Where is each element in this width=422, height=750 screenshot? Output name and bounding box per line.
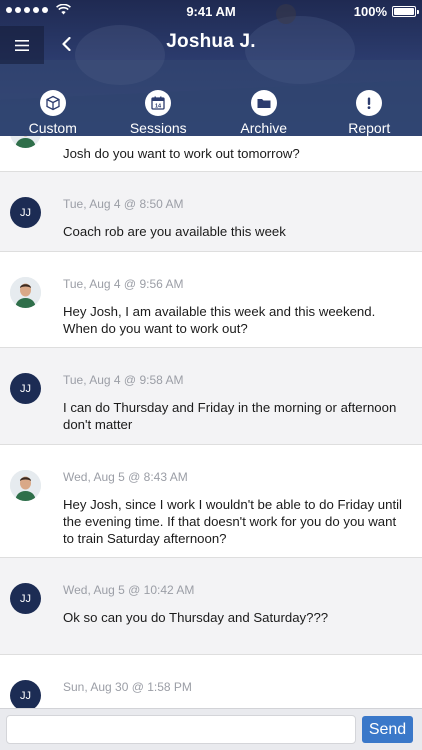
avatar: JJ <box>10 680 41 708</box>
message-item: JJ Sun, Aug 30 @ 1:58 PM <box>0 655 422 708</box>
message-timestamp: Tue, Aug 4 @ 9:58 AM <box>63 373 184 387</box>
tab-bar: Custom 14 Sessions Archive Report <box>0 90 422 136</box>
message-text: Hey Josh, I am available this week and t… <box>63 304 376 336</box>
tab-label: Sessions <box>129 120 187 136</box>
message-item: JJ Tue, Aug 4 @ 9:58 AM I can do Thursda… <box>0 348 422 445</box>
avatar: JJ <box>10 373 41 404</box>
avatar <box>10 470 41 501</box>
battery-icon <box>392 6 419 17</box>
message-item: Tue, Aug 4 @ 9:56 AM Hey Josh, I am avai… <box>0 252 422 348</box>
message-list[interactable]: Josh do you want to work out tomorrow? J… <box>0 136 422 708</box>
message-item: JJ Tue, Aug 4 @ 8:50 AM Coach rob are yo… <box>0 172 422 252</box>
calendar-badge: 14 <box>155 104 162 110</box>
message-timestamp: Wed, Aug 5 @ 8:43 AM <box>63 470 188 484</box>
avatar <box>10 136 41 148</box>
message-text: Josh do you want to work out tomorrow? <box>63 146 300 161</box>
folder-icon <box>250 90 277 116</box>
calendar-icon: 14 <box>145 90 172 116</box>
message-text: Ok so can you do Thursday and Saturday??… <box>63 610 329 625</box>
coach-photo-icon <box>10 470 41 501</box>
send-button[interactable]: Send <box>362 716 413 743</box>
avatar: JJ <box>10 583 41 614</box>
tab-label: Report <box>348 120 391 136</box>
message-text: Coach rob are you available this week <box>63 224 286 239</box>
page-title: Joshua J. <box>166 31 256 52</box>
coach-photo-icon <box>10 277 41 308</box>
message-composer: Send <box>0 708 422 750</box>
message-text: Hey Josh, since I work I wouldn't be abl… <box>63 497 402 546</box>
tab-report[interactable]: Report <box>317 90 422 136</box>
message-timestamp: Tue, Aug 4 @ 8:50 AM <box>63 197 184 211</box>
nav-bar: Joshua J. <box>0 24 422 64</box>
battery-percent: 100% <box>353 4 387 19</box>
message-timestamp: Sun, Aug 30 @ 1:58 PM <box>63 680 192 694</box>
avatar <box>10 277 41 308</box>
tab-label: Custom <box>28 120 77 136</box>
message-text: I can do Thursday and Friday in the morn… <box>63 400 397 432</box>
avatar: JJ <box>10 197 41 228</box>
tab-custom[interactable]: Custom <box>0 90 106 136</box>
tab-label: Archive <box>240 120 288 136</box>
status-bar: 9:41 AM 100% <box>0 0 422 22</box>
battery-status: 100% <box>353 4 419 19</box>
header: 9:41 AM 100% Joshua J. Custom 14 Session… <box>0 0 422 136</box>
tab-sessions[interactable]: 14 Sessions <box>106 90 212 136</box>
message-item: JJ Wed, Aug 5 @ 10:42 AM Ok so can you d… <box>0 558 422 655</box>
cube-icon <box>39 90 66 116</box>
coach-photo-icon <box>10 136 41 148</box>
message-item: Josh do you want to work out tomorrow? <box>0 136 422 172</box>
message-timestamp: Wed, Aug 5 @ 10:42 AM <box>63 583 195 597</box>
message-item: Wed, Aug 5 @ 8:43 AM Hey Josh, since I w… <box>0 445 422 558</box>
message-input[interactable] <box>6 715 356 744</box>
tab-archive[interactable]: Archive <box>211 90 317 136</box>
alert-icon <box>356 90 383 116</box>
message-timestamp: Tue, Aug 4 @ 9:56 AM <box>63 277 184 291</box>
